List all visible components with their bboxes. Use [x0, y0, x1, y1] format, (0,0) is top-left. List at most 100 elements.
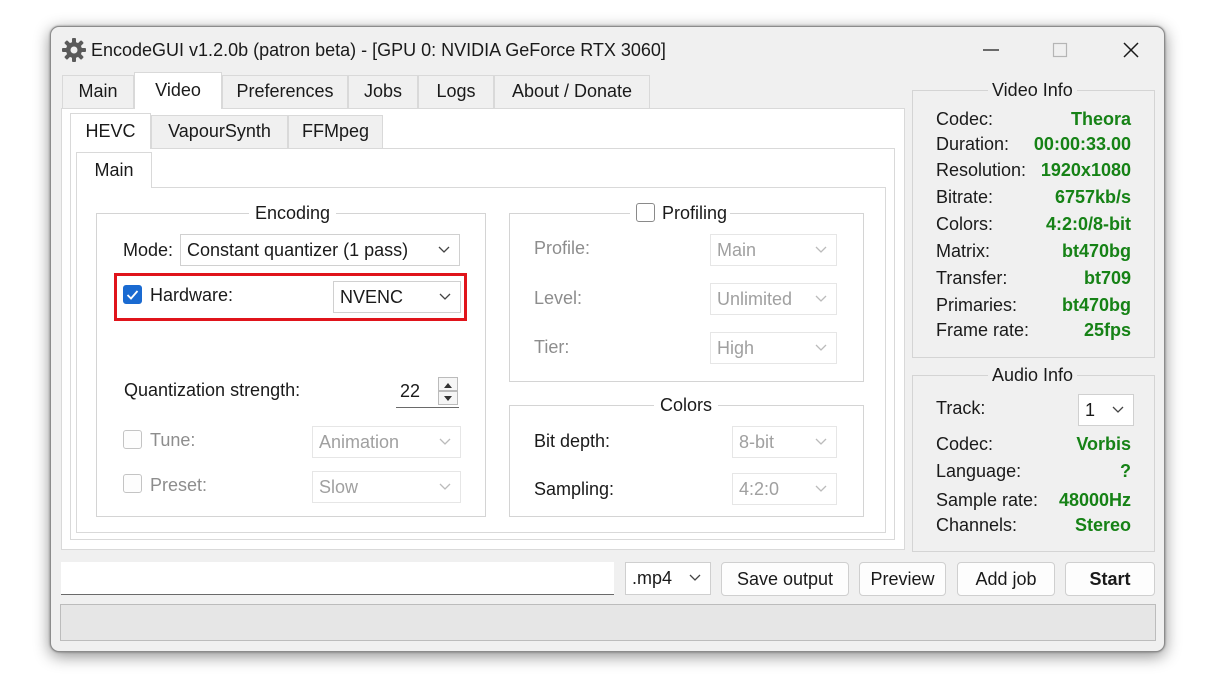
- video-info-key: Colors:: [936, 214, 994, 234]
- tab-inner-main[interactable]: Main: [76, 152, 152, 188]
- add-job-button[interactable]: Add job: [957, 562, 1055, 596]
- container-value: .mp4: [632, 568, 673, 588]
- chevron-down-icon: [439, 293, 451, 300]
- tab-about-donate[interactable]: About / Donate: [494, 75, 650, 108]
- tab-vapoursynth[interactable]: VapourSynth: [151, 115, 288, 148]
- save-output-button[interactable]: Save output: [721, 562, 849, 596]
- mode-select[interactable]: Constant quantizer (1 pass): [180, 234, 460, 266]
- hardware-select[interactable]: NVENC: [333, 281, 461, 313]
- video-info-key: Transfer:: [936, 268, 1008, 288]
- bit-depth-select[interactable]: 8-bit: [732, 426, 837, 458]
- tune-label: Tune:: [150, 430, 196, 450]
- quantization-stepper[interactable]: 22: [396, 376, 459, 408]
- checkmark-icon: [126, 290, 139, 300]
- video-info-value: 6757kb/s: [1054, 187, 1131, 207]
- hardware-label: Hardware:: [150, 285, 234, 305]
- profile-select[interactable]: Main: [710, 234, 837, 266]
- video-info-key: Codec:: [936, 109, 994, 129]
- video-info-key: Matrix:: [936, 241, 990, 261]
- audio-info-key: Codec:: [936, 434, 994, 454]
- maximize-button[interactable]: [1037, 35, 1083, 65]
- chevron-down-icon: [438, 246, 450, 253]
- container-select[interactable]: .mp4: [625, 562, 711, 595]
- tune-select[interactable]: Animation: [312, 426, 461, 458]
- preview-button[interactable]: Preview: [859, 562, 946, 596]
- level-value: Unlimited: [717, 289, 793, 309]
- tier-value: High: [717, 338, 755, 358]
- chevron-down-icon: [815, 344, 827, 351]
- chevron-down-icon: [1112, 406, 1124, 413]
- tune-value: Animation: [319, 432, 400, 452]
- level-label: Level:: [534, 288, 583, 308]
- tab-hevc[interactable]: HEVC: [70, 113, 151, 149]
- chevron-down-icon: [815, 438, 827, 445]
- profile-value: Main: [717, 240, 757, 260]
- tab-main[interactable]: Main: [62, 75, 134, 108]
- audio-info-value: 48000Hz: [1058, 490, 1131, 510]
- preset-label: Preset:: [150, 475, 208, 495]
- tier-label: Tier:: [534, 337, 570, 357]
- minimize-icon: [983, 49, 999, 51]
- tab-video[interactable]: Video: [134, 72, 222, 109]
- preset-value: Slow: [319, 477, 359, 497]
- profiling-title: Profiling: [662, 203, 728, 223]
- close-icon: [1123, 42, 1139, 58]
- video-info-value: bt470bg: [1061, 295, 1131, 315]
- stepper-down-button[interactable]: [438, 391, 458, 405]
- video-info-key: Frame rate:: [936, 320, 1030, 340]
- video-info-value: 1920x1080: [1040, 160, 1131, 180]
- mode-label: Mode:: [123, 240, 174, 260]
- video-info-value: bt470bg: [1061, 241, 1131, 261]
- audio-info-value: ?: [1120, 461, 1131, 481]
- video-info-value: 00:00:33.00: [1033, 134, 1131, 154]
- tab-preferences[interactable]: Preferences: [222, 75, 348, 108]
- video-info-key: Primaries:: [936, 295, 1018, 315]
- chevron-down-icon: [815, 295, 827, 302]
- progress-bar: [60, 604, 1156, 641]
- tier-select[interactable]: High: [710, 332, 837, 364]
- preset-checkbox[interactable]: [123, 474, 142, 493]
- chevron-down-icon: [439, 438, 451, 445]
- track-select[interactable]: 1: [1078, 394, 1134, 426]
- window-title: EncodeGUI v1.2.0b (patron beta) - [GPU 0…: [91, 40, 666, 60]
- video-info-value: 25fps: [1083, 320, 1131, 340]
- audio-info-key: Sample rate:: [936, 490, 1039, 510]
- start-button[interactable]: Start: [1065, 562, 1155, 596]
- video-info-key: Duration:: [936, 134, 1010, 154]
- audio-info-title: Audio Info: [988, 365, 1078, 386]
- gear-icon: [62, 38, 86, 62]
- bit-depth-value: 8-bit: [739, 432, 775, 452]
- level-select[interactable]: Unlimited: [710, 283, 837, 315]
- video-info-key: Bitrate:: [936, 187, 994, 207]
- output-path-input[interactable]: [61, 562, 614, 595]
- sampling-select[interactable]: 4:2:0: [732, 473, 837, 505]
- colors-title: Colors: [654, 395, 719, 416]
- arrow-up-icon: [444, 383, 452, 388]
- track-value: 1: [1085, 400, 1096, 420]
- close-button[interactable]: [1108, 35, 1154, 65]
- profiling-checkbox[interactable]: [636, 203, 655, 222]
- tab-logs[interactable]: Logs: [418, 75, 494, 108]
- video-info-value: bt709: [1083, 268, 1131, 288]
- chevron-down-icon: [689, 574, 701, 581]
- maximize-icon: [1052, 42, 1068, 58]
- tab-jobs[interactable]: Jobs: [348, 75, 418, 108]
- audio-info-value: Vorbis: [1076, 434, 1131, 454]
- title-bar[interactable]: EncodeGUI v1.2.0b (patron beta) - [GPU 0…: [51, 27, 1164, 73]
- video-info-key: Resolution:: [936, 160, 1027, 180]
- stepper-up-button[interactable]: [438, 377, 458, 391]
- minimize-button[interactable]: [968, 35, 1014, 65]
- audio-info-key: Language:: [936, 461, 1022, 481]
- audio-info-value: Stereo: [1074, 515, 1131, 535]
- hardware-checkbox[interactable]: [123, 285, 142, 304]
- preset-select[interactable]: Slow: [312, 471, 461, 503]
- sampling-label: Sampling:: [534, 479, 615, 499]
- video-info-value: 4:2:0/8-bit: [1045, 214, 1131, 234]
- sampling-value: 4:2:0: [739, 479, 780, 499]
- track-label: Track:: [936, 398, 986, 418]
- tab-ffmpeg[interactable]: FFMpeg: [288, 115, 383, 148]
- main-window: EncodeGUI v1.2.0b (patron beta) - [GPU 0…: [50, 26, 1165, 652]
- chevron-down-icon: [815, 246, 827, 253]
- bit-depth-label: Bit depth:: [534, 431, 611, 451]
- tune-checkbox[interactable]: [123, 430, 142, 449]
